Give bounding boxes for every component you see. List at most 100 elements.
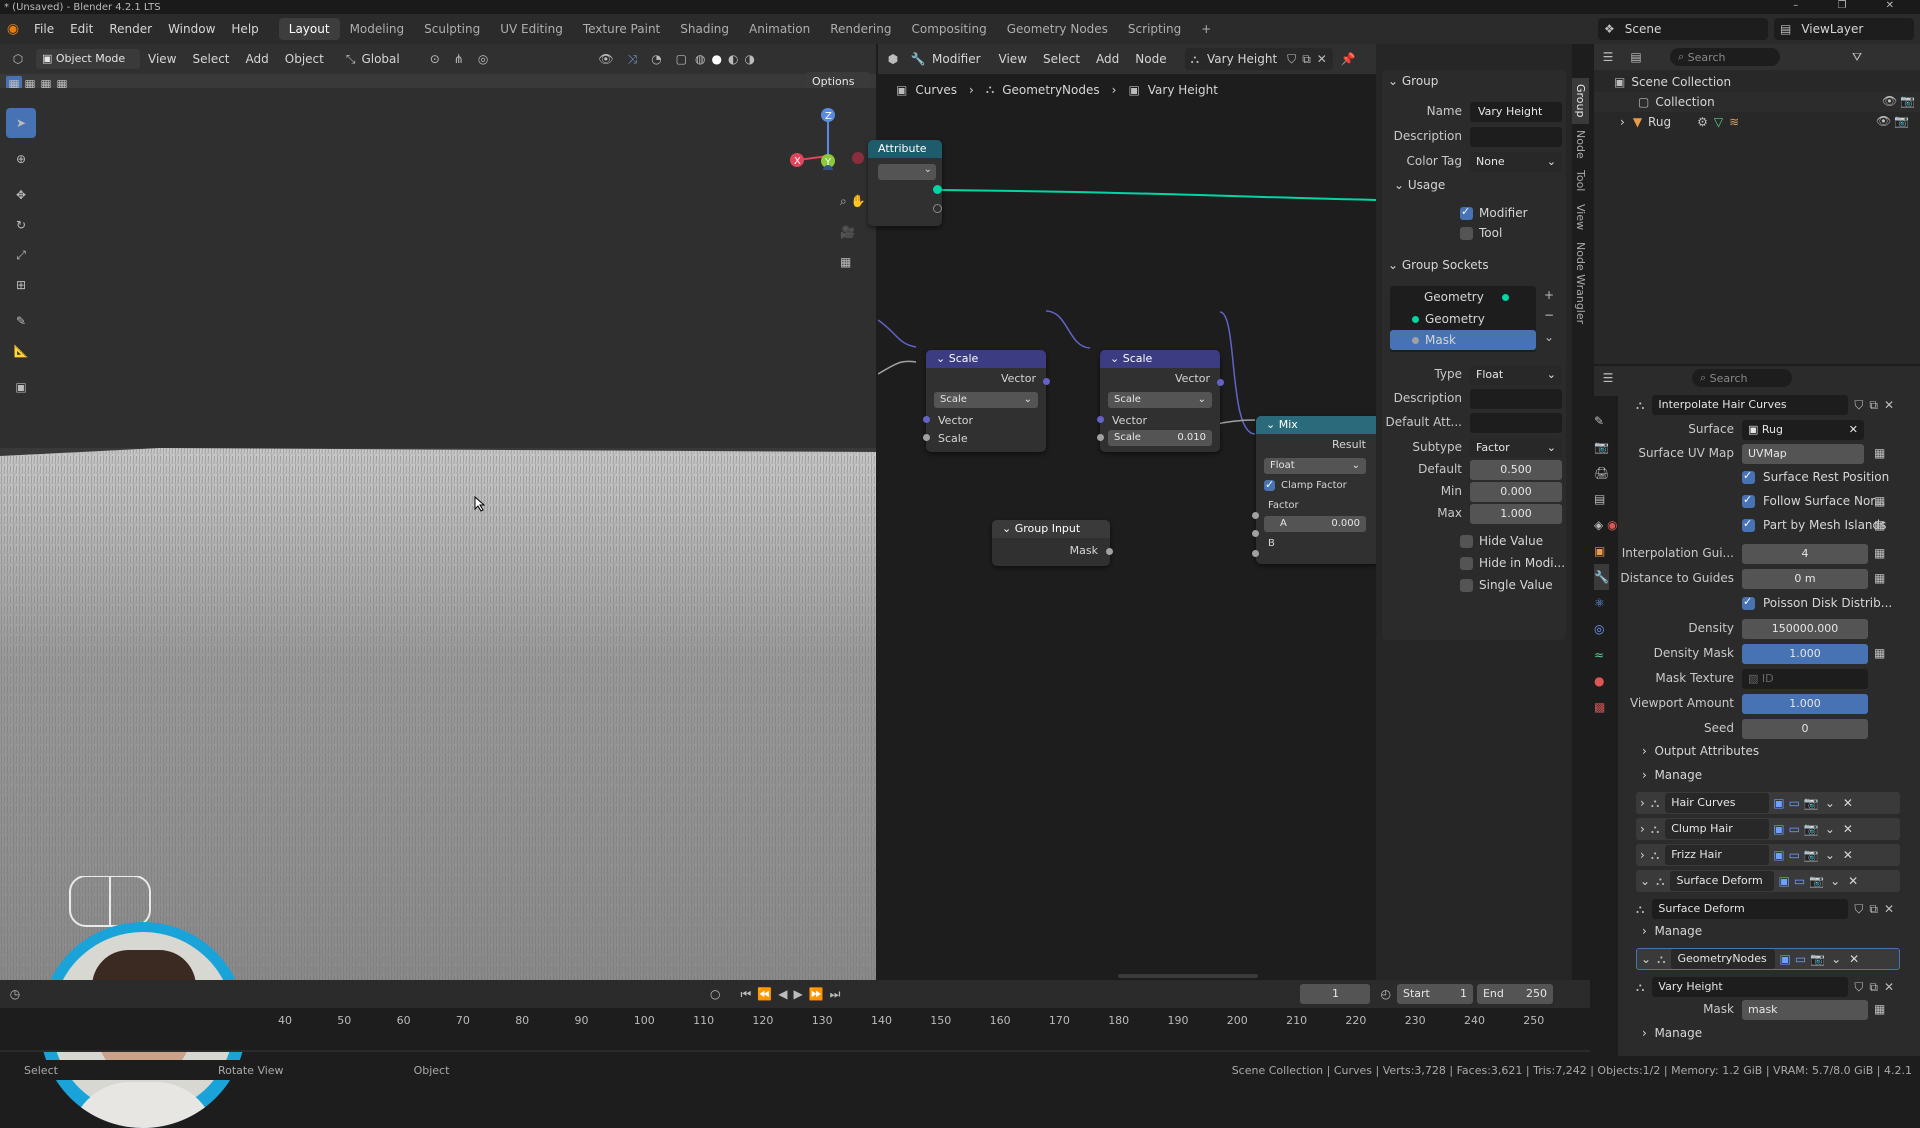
mask-input-field[interactable]: mask <box>1742 1000 1868 1020</box>
node-mix[interactable]: ⌄ Mix Result Float⌄ Clamp Factor Factor … <box>1256 416 1380 564</box>
zoom-icon[interactable]: ⌕ <box>840 187 847 217</box>
interp-attr-icon[interactable]: ▦ <box>1874 546 1885 560</box>
tool-tab-icon[interactable]: ✎ <box>1594 408 1604 434</box>
sd-duplicate-icon[interactable]: ⧉ <box>1869 902 1878 917</box>
prev-key-icon[interactable]: ⏪ <box>757 987 772 1001</box>
tab-rendering[interactable]: Rendering <box>820 18 901 40</box>
rug-eye-icon[interactable]: 👁 <box>1876 114 1891 128</box>
socket-mix-factor[interactable] <box>1252 512 1259 519</box>
tab-shading[interactable]: Shading <box>670 18 739 40</box>
socket-scale1-scale[interactable] <box>923 434 930 441</box>
subtype-dropdown[interactable]: Factor ⌄ <box>1470 438 1562 458</box>
scale-2-mode[interactable]: Scale ⌄ <box>1108 392 1212 408</box>
visibility-icon[interactable]: 👁 <box>598 52 613 66</box>
usage-modifier[interactable]: Modifier <box>1460 205 1528 220</box>
mesh-islands-attr-icon[interactable]: ▦ <box>1874 518 1885 532</box>
display-mode-icon[interactable]: ▤ <box>1622 50 1650 64</box>
render-icon[interactable]: 📷 <box>1809 874 1824 888</box>
tab-layout[interactable]: Layout <box>278 18 340 40</box>
select-box-icon[interactable]: ➤ <box>6 108 36 138</box>
particles-tab-icon[interactable]: ⚛ <box>1594 590 1605 616</box>
surface-rest-option[interactable]: Surface Rest Position <box>1742 469 1889 484</box>
annotate-icon[interactable]: ✎ <box>6 306 36 336</box>
modifier-hair-noise[interactable]: ›⛬Hair Curves Noise▣▭📷⌄✕ <box>1636 792 1900 829</box>
filter-icon[interactable]: ⛛ <box>1852 50 1862 65</box>
outliner-scene-collection[interactable]: ▣ Scene Collection <box>1614 72 1731 92</box>
uvmap-attr-icon[interactable]: ▦ <box>1874 446 1885 460</box>
add-socket-icon[interactable]: + <box>1544 288 1554 302</box>
clamp-checkbox[interactable] <box>1264 478 1275 491</box>
editmode-icon[interactable]: ▣ <box>1778 874 1789 888</box>
tab-node[interactable]: Node <box>1572 124 1589 165</box>
overlay-icon[interactable]: ◔ <box>651 52 661 66</box>
poisson-option[interactable]: Poisson Disk Distrib... <box>1742 595 1892 610</box>
sd-fake-user-icon[interactable]: ⛉ <box>1854 902 1863 917</box>
viewport-menu-add[interactable]: Add <box>238 48 277 70</box>
blender-logo-icon[interactable]: ◉ <box>0 21 26 37</box>
density-mask-field[interactable]: 1.000 <box>1742 644 1868 664</box>
clock-icon[interactable]: ◴ <box>1380 987 1390 1001</box>
socket-scale2-scale[interactable] <box>1097 434 1104 441</box>
dist-guides-field[interactable]: 0 m <box>1742 569 1868 589</box>
timeline-ruler[interactable]: 40 50 60 70 80 90 100 110 120 130 140 150 160 170 180 1… <box>0 1008 1590 1050</box>
uvmap-field[interactable]: UVMap <box>1742 444 1864 464</box>
mix-clamp[interactable]: Clamp Factor <box>1264 478 1347 491</box>
interp-duplicate-icon[interactable]: ⧉ <box>1869 398 1878 413</box>
mix-type-dropdown[interactable]: Float ⌄ <box>1264 458 1366 474</box>
gizmo-icon[interactable]: ⤨ <box>628 52 638 67</box>
physics-tab-icon[interactable]: ◎ <box>1594 616 1604 642</box>
remove-socket-icon[interactable]: − <box>1544 308 1554 322</box>
transform-icon[interactable]: ⊞ <box>6 270 36 300</box>
rug-camera-icon[interactable]: 📷 <box>1894 114 1909 128</box>
output-attributes-panel[interactable]: › Output Attributes <box>1642 744 1759 758</box>
add-cube-icon[interactable]: ▣ <box>6 372 36 402</box>
node-attribute[interactable]: Attribute ⌄ <box>868 140 942 226</box>
interp-unlink-icon[interactable]: ✕ <box>1884 398 1894 412</box>
follow-normal-option[interactable]: Follow Surface Nor... <box>1742 493 1886 508</box>
properties-search[interactable]: ⌕ Search <box>1692 369 1792 387</box>
socket-group-input-mask[interactable] <box>1106 548 1113 555</box>
modifier-frizz[interactable]: ›⛬Frizz Hair Curves▣▭📷⌄✕ <box>1636 844 1900 881</box>
solid-shading-icon[interactable]: ● <box>712 52 722 66</box>
cursor-icon[interactable]: ⊕ <box>6 144 36 174</box>
object-tab-icon[interactable]: ▣ <box>1594 538 1605 564</box>
render-icon[interactable]: 📷 <box>1804 796 1819 810</box>
vh-fake-user-icon[interactable]: ⛉ <box>1854 980 1863 995</box>
interp-node-group-field[interactable]: Interpolate Hair Curves <box>1652 395 1849 415</box>
play-icon[interactable]: ▶ <box>793 987 802 1001</box>
end-frame-field[interactable]: End 250 <box>1476 984 1553 1004</box>
follow-normal-checkbox[interactable] <box>1742 493 1755 508</box>
interp-guides-field[interactable]: 4 <box>1742 544 1868 564</box>
socket-scale1-out[interactable] <box>1043 378 1050 385</box>
surface-rest-checkbox[interactable] <box>1742 469 1755 484</box>
jump-end-icon[interactable]: ⏭ <box>830 987 841 1002</box>
hide-in-modifier-option[interactable]: Hide in Modi... <box>1460 556 1565 570</box>
manage-panel-2[interactable]: › Manage <box>1642 924 1702 938</box>
max-field[interactable]: 1.000 <box>1470 504 1562 524</box>
tab-tool[interactable]: Tool <box>1572 164 1589 197</box>
menu-render[interactable]: Render <box>101 18 160 40</box>
sd-unlink-icon[interactable]: ✕ <box>1884 902 1894 916</box>
socket-mix-b[interactable] <box>1252 550 1259 557</box>
viewport-menu-object[interactable]: Object <box>277 48 332 70</box>
snap-icon[interactable]: ⋔ <box>454 52 464 66</box>
vary-height-group-field[interactable]: Vary Height <box>1652 977 1849 997</box>
tab-geometry-nodes[interactable]: Geometry Nodes <box>997 18 1118 40</box>
group-sockets-header[interactable]: ⌄ Group Sockets <box>1388 258 1489 272</box>
realtime-icon[interactable]: ▭ <box>1789 848 1800 862</box>
scale-icon[interactable]: ⤢ <box>6 240 36 270</box>
modifier-geometry-nodes[interactable]: ⌄ ⛬ GeometryNodes ▣ ▭ 📷 ⌄ ✕ <box>1636 948 1900 970</box>
tab-view[interactable]: View <box>1572 198 1589 236</box>
viewport-3d[interactable]: ⬡ ▣ Object Mode View Select Add Object ⤡… <box>0 44 876 1128</box>
tab-uv-editing[interactable]: UV Editing <box>490 18 573 40</box>
timeline-editor-icon[interactable]: ◷ <box>0 987 30 1001</box>
transform-orientation[interactable]: ⤡ Global <box>346 52 400 67</box>
timeline[interactable]: ◷ ○ ⏮ ⏪ ◀ ▶ ⏩ ⏭ 1 ◴ Start 1 End 250 40 50 60… <box>0 980 1590 1052</box>
usage-tool[interactable]: Tool <box>1460 226 1502 240</box>
play-reverse-icon[interactable]: ◀ <box>778 987 787 1001</box>
realtime-icon[interactable]: ▭ <box>1789 796 1800 810</box>
material-shading-icon[interactable]: ◐ <box>728 52 738 66</box>
default-attr-field[interactable] <box>1470 413 1562 433</box>
tab-compositing[interactable]: Compositing <box>901 18 996 40</box>
add-workspace-icon[interactable]: + <box>1191 18 1221 40</box>
